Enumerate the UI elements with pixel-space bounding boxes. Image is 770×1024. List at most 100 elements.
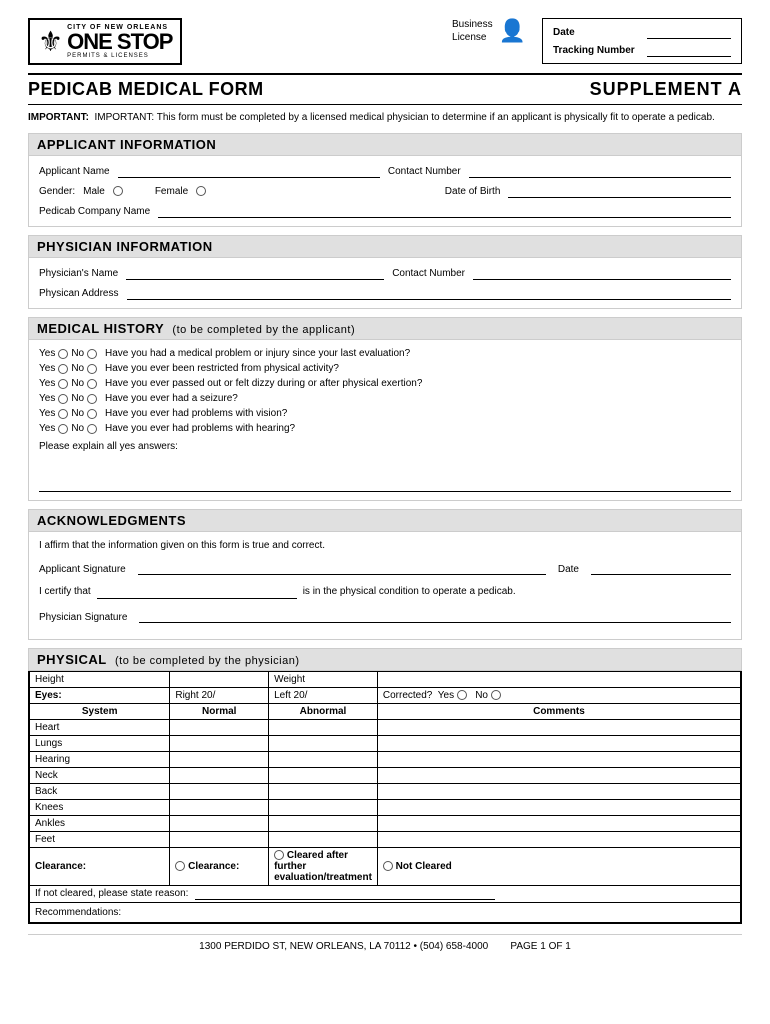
no-radio-6[interactable]: [87, 424, 97, 434]
ack-section: I affirm that the information given on t…: [28, 532, 742, 640]
corrected-label: Corrected?: [383, 690, 432, 701]
yes-label-5: Yes: [39, 408, 55, 419]
yes-radio-1[interactable]: [58, 349, 68, 359]
feet-cell: Feet: [30, 832, 170, 848]
physical-section: Height Weight Eyes: Right 20/: [28, 671, 742, 924]
physician-header: PHYSICIAN INFORMATION: [28, 235, 742, 258]
no-label-4: No: [71, 393, 84, 404]
physician-address-row: Physican Address: [39, 286, 731, 300]
knees-normal[interactable]: [170, 800, 269, 816]
yes-radio-4[interactable]: [58, 394, 68, 404]
table-header-row: System Normal Abnormal Comments: [30, 704, 741, 720]
feet-comments[interactable]: [377, 832, 740, 848]
title-bar: PEDICAB MEDICAL FORM SUPPLEMENT A: [28, 73, 742, 105]
yes-radio-2[interactable]: [58, 364, 68, 374]
clearance-radio-1[interactable]: [175, 861, 185, 871]
no-radio-2[interactable]: [87, 364, 97, 374]
heart-abnormal[interactable]: [269, 720, 378, 736]
page-footer: 1300 PERDIDO ST, NEW ORLEANS, LA 70112 •…: [28, 934, 742, 952]
neck-cell: Neck: [30, 768, 170, 784]
clearance-radio-3[interactable]: [383, 861, 393, 871]
lungs-row: Lungs: [30, 736, 741, 752]
corrected-yes-label: Yes: [438, 690, 454, 701]
male-radio[interactable]: [113, 186, 123, 196]
neck-abnormal[interactable]: [269, 768, 378, 784]
back-normal[interactable]: [170, 784, 269, 800]
hearing-abnormal[interactable]: [269, 752, 378, 768]
lungs-comments[interactable]: [377, 736, 740, 752]
female-radio[interactable]: [196, 186, 206, 196]
ack-date-field[interactable]: [591, 559, 731, 575]
hearing-normal[interactable]: [170, 752, 269, 768]
weight-value-cell[interactable]: [377, 672, 740, 688]
ankles-abnormal[interactable]: [269, 816, 378, 832]
yes-radio-3[interactable]: [58, 379, 68, 389]
contact-number-field[interactable]: [469, 164, 731, 178]
lungs-normal[interactable]: [170, 736, 269, 752]
no-radio-1[interactable]: [87, 349, 97, 359]
feet-normal[interactable]: [170, 832, 269, 848]
knees-comments[interactable]: [377, 800, 740, 816]
eyes-label-cell: Eyes:: [30, 688, 170, 704]
recommendations-label: Recommendations:: [35, 907, 121, 918]
recommendations-cell[interactable]: Recommendations:: [30, 903, 741, 923]
important-note-text: IMPORTANT: This form must be completed b…: [94, 112, 714, 123]
neck-normal[interactable]: [170, 768, 269, 784]
yes-no-1: Yes No: [39, 348, 99, 359]
back-abnormal[interactable]: [269, 784, 378, 800]
applicant-sig-field[interactable]: [138, 559, 546, 575]
back-row: Back: [30, 784, 741, 800]
feet-abnormal[interactable]: [269, 832, 378, 848]
no-label-1: No: [71, 348, 84, 359]
neck-comments[interactable]: [377, 768, 740, 784]
comments-header: Comments: [377, 704, 740, 720]
ankles-normal[interactable]: [170, 816, 269, 832]
company-field[interactable]: [158, 204, 731, 218]
applicant-name-row: Applicant Name Contact Number: [39, 164, 731, 178]
physician-address-field[interactable]: [127, 286, 732, 300]
certify-name-field[interactable]: [97, 583, 297, 599]
no-label-3: No: [71, 378, 84, 389]
eyes-row: Eyes: Right 20/ Left 20/ Corrected? Yes …: [30, 688, 741, 704]
clearance-option1: Clearance:: [188, 861, 239, 872]
date-line[interactable]: [647, 25, 731, 39]
no-radio-3[interactable]: [87, 379, 97, 389]
reason-cell: If not cleared, please state reason:: [30, 886, 741, 903]
clearance-option1-cell: Clearance:: [170, 848, 269, 886]
height-value-cell[interactable]: [170, 672, 269, 688]
corrected-no-radio[interactable]: [491, 690, 501, 700]
no-radio-4[interactable]: [87, 394, 97, 404]
yes-radio-6[interactable]: [58, 424, 68, 434]
neck-row: Neck: [30, 768, 741, 784]
ankles-comments[interactable]: [377, 816, 740, 832]
applicant-name-field[interactable]: [118, 164, 380, 178]
heart-normal[interactable]: [170, 720, 269, 736]
knees-abnormal[interactable]: [269, 800, 378, 816]
tracking-line[interactable]: [647, 43, 731, 57]
physician-sig-label: Physician Signature: [39, 612, 127, 623]
physician-name-field[interactable]: [126, 266, 384, 280]
header-right: BusinessLicense 👤 Date Tracking Number: [452, 18, 742, 64]
no-radio-5[interactable]: [87, 409, 97, 419]
lungs-abnormal[interactable]: [269, 736, 378, 752]
heart-row: Heart: [30, 720, 741, 736]
business-license: BusinessLicense 👤: [452, 18, 526, 44]
tracking-row: Tracking Number: [553, 43, 731, 57]
corrected-yes-radio[interactable]: [457, 690, 467, 700]
ankles-cell: Ankles: [30, 816, 170, 832]
yes-radio-5[interactable]: [58, 409, 68, 419]
heart-comments[interactable]: [377, 720, 740, 736]
question-6: Have you ever had problems with hearing?: [105, 423, 295, 434]
physician-contact-field[interactable]: [473, 266, 731, 280]
med-q1: Yes No Have you had a medical problem or…: [39, 348, 731, 359]
hearing-comments[interactable]: [377, 752, 740, 768]
clearance-radio-2[interactable]: [274, 850, 284, 860]
back-comments[interactable]: [377, 784, 740, 800]
heart-cell: Heart: [30, 720, 170, 736]
dob-field[interactable]: [508, 184, 731, 198]
clearance-option3-cell: Not Cleared: [377, 848, 740, 886]
question-2: Have you ever been restricted from physi…: [105, 363, 339, 374]
explain-label-row: Please explain all yes answers:: [39, 440, 731, 452]
physician-sig-field[interactable]: [139, 607, 731, 623]
explain-area[interactable]: [39, 456, 731, 492]
